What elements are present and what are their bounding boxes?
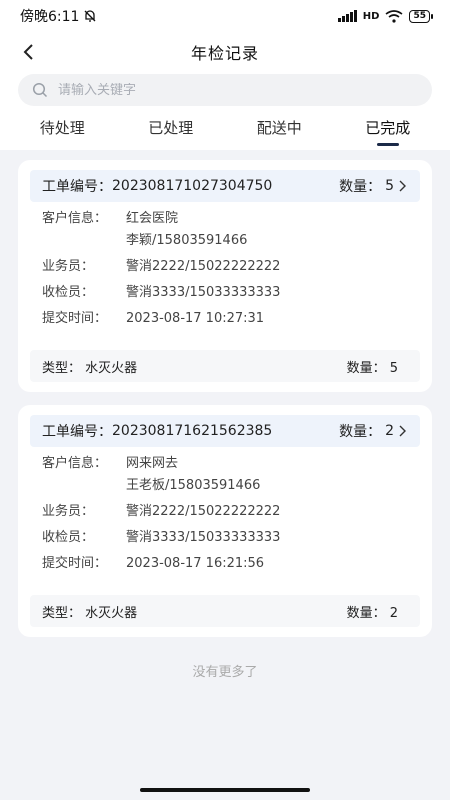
type-value: 水灭火器	[85, 605, 138, 621]
order-card-header: 工单编号： 202308171621562385 数量： 2	[30, 415, 420, 447]
salesman-label: 业务员：	[42, 259, 95, 274]
inspector-value: 警消3333/15033333333	[126, 530, 281, 545]
type-qty-label: 数量：	[346, 605, 386, 621]
qty-value: 5	[385, 178, 394, 194]
customer-name: 网来网去	[126, 456, 179, 471]
qty-label: 数量：	[339, 179, 382, 195]
qty-label: 数量：	[339, 424, 382, 440]
customer-row: 客户信息： 红会医院 李颖/15803591466	[42, 210, 408, 250]
order-no: 202308171621562385	[112, 423, 273, 439]
type-qty-label: 数量：	[346, 360, 386, 376]
submit-time-label: 提交时间：	[42, 556, 108, 571]
back-button[interactable]	[14, 38, 42, 66]
order-list: 工单编号： 202308171027304750 数量： 5 客户信息： 红会医…	[0, 150, 450, 680]
order-no-label: 工单编号：	[42, 179, 112, 195]
submit-time-value: 2023-08-17 16:21:56	[126, 556, 265, 571]
submit-time-label: 提交时间：	[42, 311, 108, 326]
mute-bell-icon	[84, 10, 96, 22]
battery-level: 55	[413, 10, 426, 21]
customer-contact: 李颖/15803591466	[126, 233, 248, 248]
customer-label: 客户信息：	[42, 211, 108, 226]
type-label: 类型：	[42, 605, 82, 621]
search-input[interactable]	[58, 82, 418, 98]
salesman-value: 警消2222/15022222222	[126, 504, 281, 519]
signal-icon	[337, 10, 357, 22]
search-wrap	[0, 74, 450, 106]
order-card[interactable]: 工单编号： 202308171621562385 数量： 2 客户信息： 网来网…	[18, 405, 432, 637]
inspector-row: 收检员： 警消3333/15033333333	[42, 284, 408, 302]
order-card-footer: 类型： 水灭火器 数量： 2	[30, 595, 420, 627]
salesman-row: 业务员： 警消2222/15022222222	[42, 503, 408, 521]
qty-value: 2	[385, 423, 394, 439]
chevron-left-icon	[23, 44, 33, 60]
wifi-icon	[385, 9, 403, 23]
type-qty-value: 5	[389, 360, 398, 376]
chevron-right-icon	[399, 180, 406, 192]
tab-completed[interactable]: 已完成	[334, 110, 443, 150]
customer-row: 客户信息： 网来网去 王老板/15803591466	[42, 455, 408, 495]
submit-time-value: 2023-08-17 10:27:31	[126, 311, 265, 326]
home-indicator[interactable]	[140, 788, 310, 792]
tab-bar: 待处理 已处理 配送中 已完成	[0, 110, 450, 150]
order-card-footer: 类型： 水灭火器 数量： 5	[30, 350, 420, 382]
order-detail-link[interactable]: 数量： 2	[339, 421, 406, 441]
order-card-header: 工单编号： 202308171027304750 数量： 5	[30, 170, 420, 202]
type-qty-value: 2	[389, 605, 398, 621]
type-label: 类型：	[42, 360, 82, 376]
order-no-label: 工单编号：	[42, 424, 112, 440]
search-icon	[32, 82, 48, 98]
salesman-value: 警消2222/15022222222	[126, 259, 281, 274]
status-time: 傍晚6:11	[20, 9, 80, 25]
inspector-value: 警消3333/15033333333	[126, 285, 281, 300]
no-more-text: 没有更多了	[192, 665, 258, 680]
inspector-label: 收检员：	[42, 530, 95, 545]
customer-label: 客户信息：	[42, 456, 108, 471]
tab-processed[interactable]: 已处理	[117, 110, 226, 150]
type-value: 水灭火器	[85, 360, 138, 376]
nav-bar: 年检记录	[0, 32, 450, 72]
search-box[interactable]	[18, 74, 432, 106]
salesman-row: 业务员： 警消2222/15022222222	[42, 258, 408, 276]
submit-time-row: 提交时间： 2023-08-17 10:27:31	[42, 310, 408, 328]
page-title: 年检记录	[190, 44, 259, 63]
order-no: 202308171027304750	[112, 178, 273, 194]
order-card[interactable]: 工单编号： 202308171027304750 数量： 5 客户信息： 红会医…	[18, 160, 432, 392]
order-detail-link[interactable]: 数量： 5	[339, 176, 406, 196]
salesman-label: 业务员：	[42, 504, 95, 519]
order-card-body: 客户信息： 网来网去 王老板/15803591466 业务员： 警消2222/1…	[30, 447, 420, 585]
inspector-row: 收检员： 警消3333/15033333333	[42, 529, 408, 547]
top-area: 傍晚6:11 HD 55 年检记录 请输入关键字 待处理 已处理 配送中 已完成	[0, 0, 450, 150]
customer-contact: 王老板/15803591466	[126, 478, 261, 493]
tab-pending[interactable]: 待处理	[8, 110, 117, 150]
submit-time-row: 提交时间： 2023-08-17 16:21:56	[42, 555, 408, 573]
customer-name: 红会医院	[126, 211, 179, 226]
order-card-body: 客户信息： 红会医院 李颖/15803591466 业务员： 警消2222/15…	[30, 202, 420, 340]
tab-delivering[interactable]: 配送中	[225, 110, 334, 150]
chevron-right-icon	[399, 425, 406, 437]
network-type: HD	[362, 10, 380, 22]
status-bar: 傍晚6:11 HD 55	[0, 0, 450, 32]
inspector-label: 收检员：	[42, 285, 95, 300]
battery-icon: 55	[409, 9, 433, 23]
